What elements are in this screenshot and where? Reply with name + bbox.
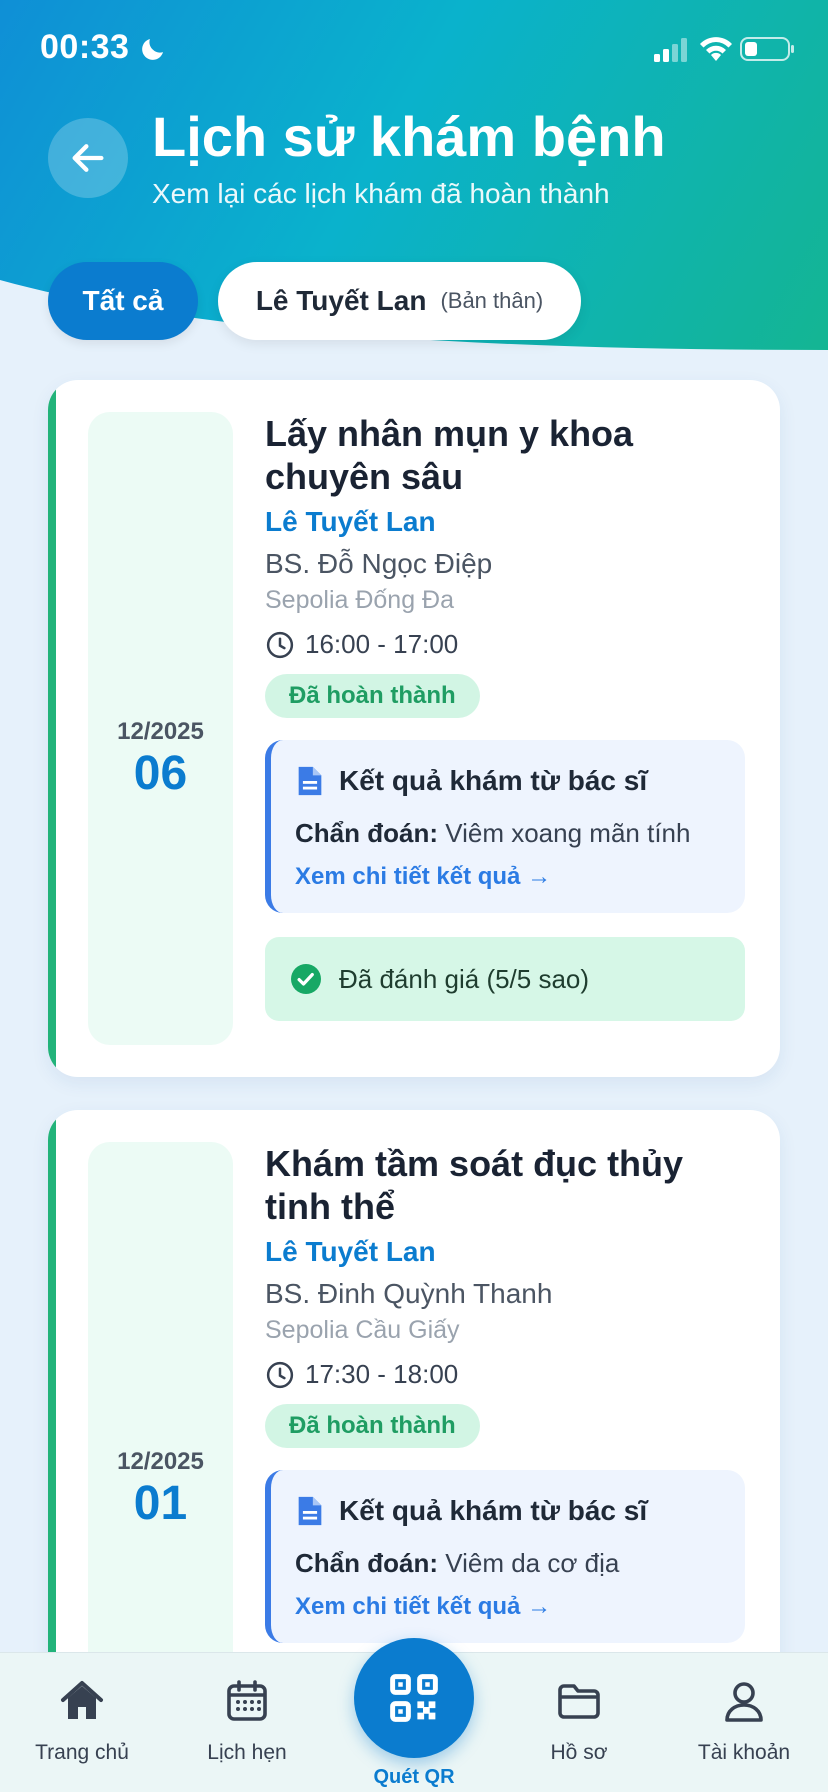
nav-home[interactable]: Trang chủ	[2, 1653, 162, 1792]
clock-icon	[266, 1361, 294, 1388]
nav-records-label: Hồ sơ	[550, 1741, 608, 1764]
date-month-year: 12/2025	[117, 718, 204, 745]
nav-records[interactable]: Hồ sơ	[499, 1653, 659, 1792]
folder-icon	[558, 1684, 600, 1719]
time-row: 17:30 - 18:00	[265, 1359, 745, 1390]
result-box: Kết quả khám từ bác sĩ Chẩn đoán: Viêm d…	[265, 1470, 745, 1643]
filter-chip-person[interactable]: Lê Tuyết Lan (Bản thân)	[218, 262, 581, 340]
back-button[interactable]	[48, 118, 128, 198]
diagnosis-value: Viêm xoang mãn tính	[445, 818, 691, 848]
arrow-left-icon	[72, 144, 104, 172]
page-subtitle: Xem lại các lịch khám đã hoàn thành	[152, 178, 610, 209]
appointment-time: 17:30 - 18:00	[305, 1359, 459, 1389]
appointment-content: Khám tầm soát đục thủy tinh thể Lê Tuyết…	[265, 1142, 745, 1643]
patient-name: Lê Tuyết Lan	[265, 1236, 436, 1267]
doctor-name: BS. Đinh Quỳnh Thanh	[265, 1278, 553, 1309]
diagnosis-label: Chẩn đoán:	[295, 818, 438, 848]
signal-icon	[654, 38, 687, 62]
result-box: Kết quả khám từ bác sĩ Chẩn đoán: Viêm x…	[265, 740, 745, 913]
result-header: Kết quả khám từ bác sĩ	[295, 764, 721, 798]
page-title: Lịch sử khám bệnh	[152, 105, 666, 168]
diagnosis: Chẩn đoán: Viêm da cơ địa	[295, 1548, 721, 1579]
diagnosis-label: Chẩn đoán:	[295, 1548, 438, 1578]
battery-icon	[740, 37, 794, 61]
clinic-name: Sepolia Đống Đa	[265, 586, 455, 614]
home-icon	[61, 1681, 103, 1719]
service-title: Khám tầm soát đục thủy tinh thể	[265, 1143, 684, 1227]
date-day: 01	[133, 1477, 188, 1530]
review-text: Đã đánh giá (5/5 sao)	[339, 963, 590, 994]
time-row: 16:00 - 17:00	[265, 629, 745, 660]
doctor-name: BS. Đỗ Ngọc Điệp	[265, 548, 493, 579]
status-badge: Đã hoàn thành	[265, 674, 480, 718]
user-icon	[725, 1682, 763, 1722]
calendar-icon	[227, 1680, 267, 1721]
appointment-card[interactable]: 12/2025 06 Lấy nhân mụn y khoa chuyên sâ…	[48, 380, 780, 1077]
scan-qr-label: Quét QR	[373, 1766, 455, 1788]
document-icon	[298, 766, 322, 796]
view-result-link[interactable]: Xem chi tiết kết quả →	[295, 863, 721, 891]
date-column: 12/2025 06	[88, 412, 233, 1045]
nav-account-label: Tài khoản	[697, 1741, 791, 1764]
date-month-year: 12/2025	[117, 1448, 204, 1475]
diagnosis-value: Viêm da cơ địa	[445, 1548, 620, 1578]
diagnosis: Chẩn đoán: Viêm xoang mãn tính	[295, 818, 721, 849]
nav-appointments[interactable]: Lịch hẹn	[167, 1653, 327, 1792]
filter-person-name: Lê Tuyết Lan	[255, 285, 427, 316]
service-title: Lấy nhân mụn y khoa chuyên sâu	[265, 413, 634, 497]
patient-name: Lê Tuyết Lan	[265, 506, 436, 537]
clinic-name: Sepolia Cầu Giấy	[265, 1316, 460, 1344]
check-circle-icon	[291, 964, 321, 994]
filter-chip-all[interactable]: Tất cả	[48, 262, 198, 340]
date-day: 06	[133, 747, 188, 800]
status-bar: 00:33	[0, 0, 828, 100]
appointment-time: 16:00 - 17:00	[305, 629, 459, 659]
appointment-content: Lấy nhân mụn y khoa chuyên sâu Lê Tuyết …	[265, 412, 745, 1021]
status-badge: Đã hoàn thành	[265, 1404, 480, 1448]
result-title: Kết quả khám từ bác sĩ	[339, 1495, 648, 1526]
filter-person-relation: (Bản thân)	[440, 288, 544, 313]
status-time: 00:33	[40, 28, 130, 66]
clock-icon	[266, 631, 294, 658]
qr-code-icon	[390, 1674, 438, 1722]
review-status: Đã đánh giá (5/5 sao)	[265, 937, 745, 1021]
nav-home-label: Trang chủ	[35, 1741, 129, 1764]
nav-appointments-label: Lịch hẹn	[207, 1741, 287, 1764]
scan-qr-button[interactable]	[354, 1638, 474, 1758]
nav-account[interactable]: Tài khoản	[664, 1653, 824, 1792]
wifi-icon	[700, 37, 732, 61]
result-header: Kết quả khám từ bác sĩ	[295, 1494, 721, 1528]
view-result-link[interactable]: Xem chi tiết kết quả →	[295, 1593, 721, 1621]
moon-icon	[142, 39, 163, 60]
document-icon	[298, 1496, 322, 1526]
result-title: Kết quả khám từ bác sĩ	[339, 765, 648, 796]
